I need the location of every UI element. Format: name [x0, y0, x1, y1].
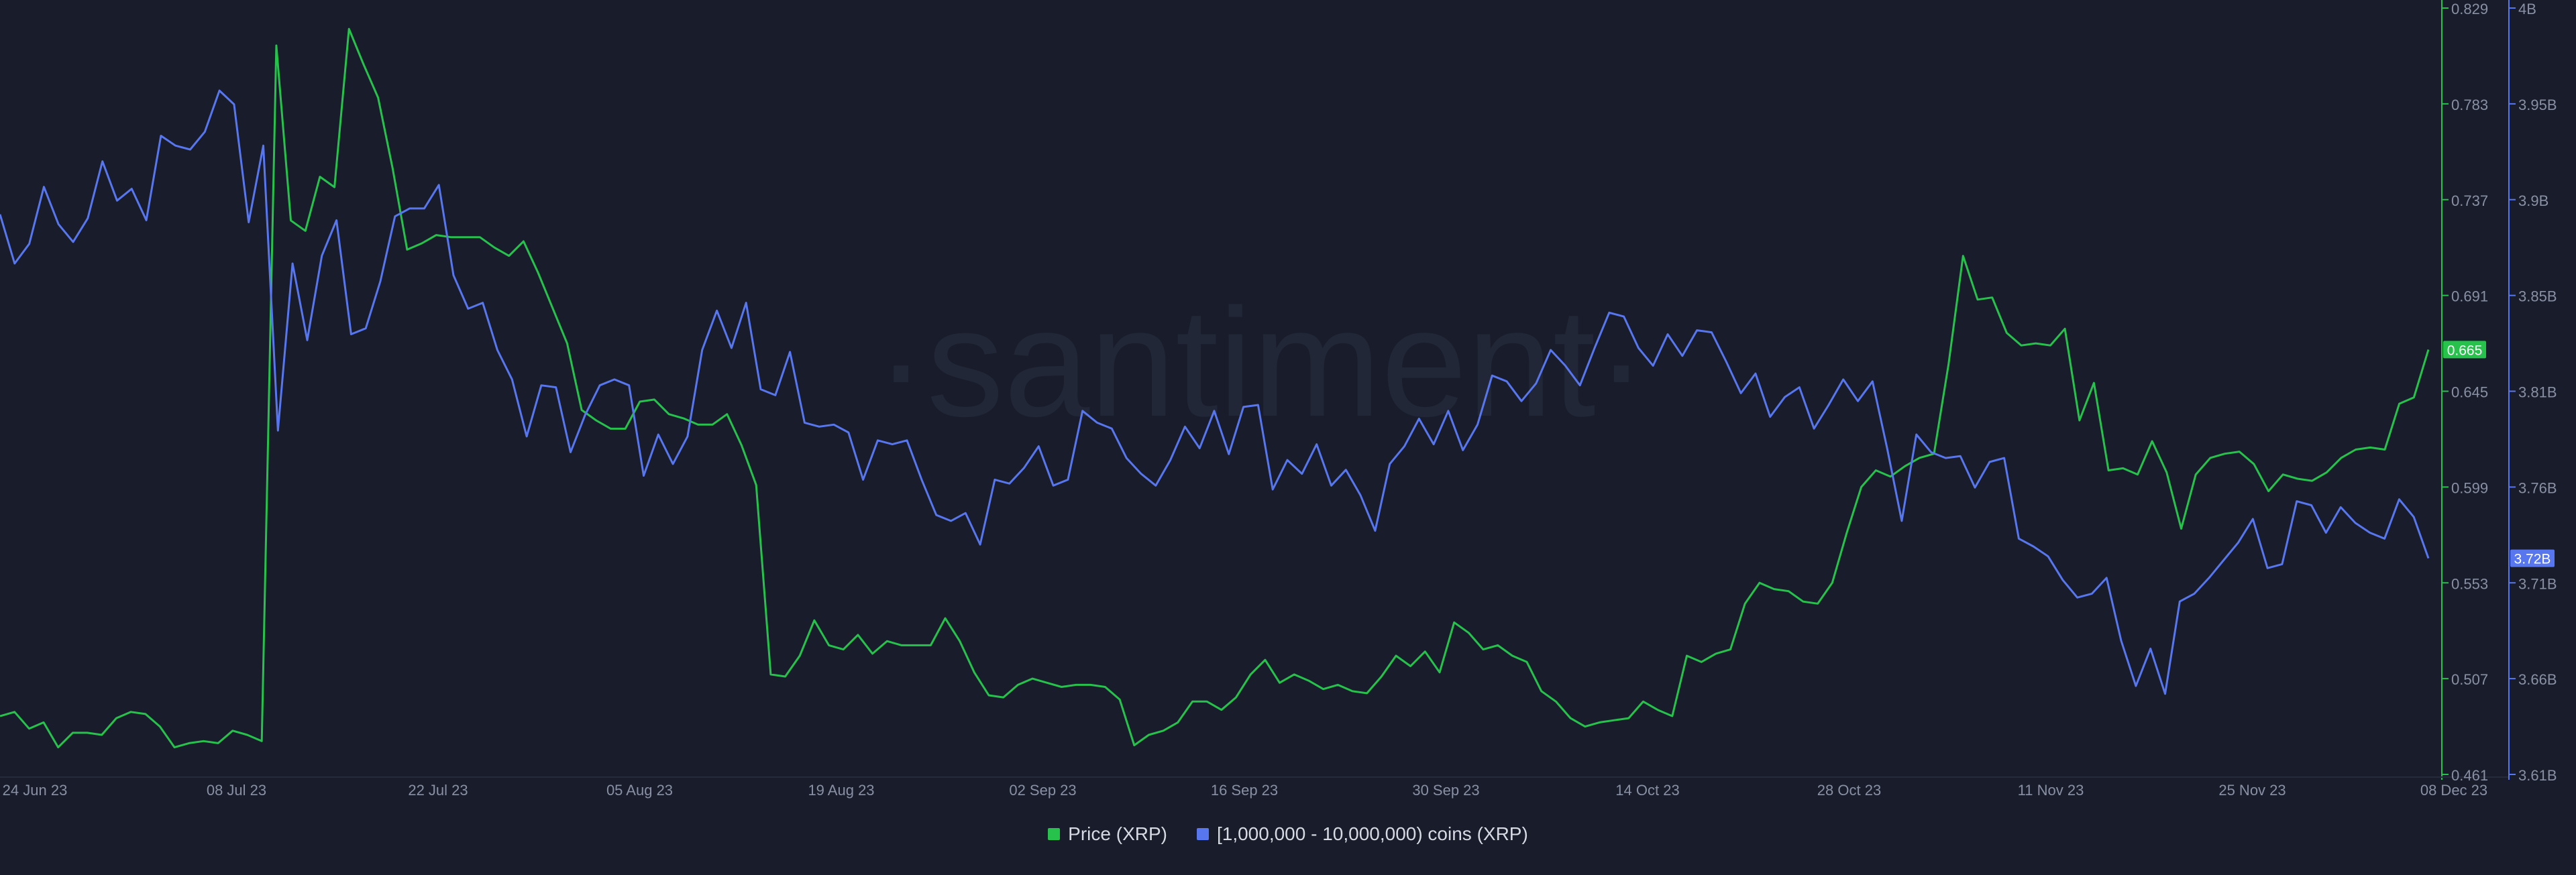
legend-label-holders: [1,000,000 - 10,000,000) coins (XRP): [1216, 823, 1528, 844]
holders-current-label: 3.72B: [2514, 552, 2551, 567]
x-tick-label: 25 Nov 23: [2218, 782, 2286, 799]
x-tick-label: 24 Jun 23: [3, 782, 68, 799]
price-current-label: 0.665: [2447, 343, 2483, 358]
x-tick-label: 11 Nov 23: [2018, 782, 2084, 799]
x-tick-label: 14 Oct 23: [1615, 782, 1679, 799]
right-tick-label: 3.61B: [2518, 767, 2557, 784]
x-tick-label: 08 Dec 23: [2420, 782, 2487, 799]
x-axis-ticks: 24 Jun 23 08 Jul 23 22 Jul 23 05 Aug 23 19 A…: [3, 782, 2487, 799]
legend-swatch-holders: [1196, 828, 1209, 840]
legend-item-price[interactable]: Price (XRP): [1048, 823, 1167, 845]
left-tick-label: 0.783: [2451, 97, 2488, 113]
x-tick-label: 16 Sep 23: [1211, 782, 1278, 799]
left-tick-label: 0.507: [2451, 671, 2488, 688]
right-tick-label: 3.71B: [2518, 575, 2557, 592]
left-tick-label: 0.829: [2451, 1, 2488, 17]
x-tick-label: 22 Jul 23: [408, 782, 468, 799]
x-tick-label: 28 Oct 23: [1817, 782, 1881, 799]
legend: Price (XRP) [1,000,000 - 10,000,000) coi…: [0, 823, 2576, 845]
x-tick-label: 05 Aug 23: [606, 782, 673, 799]
left-tick-label: 0.645: [2451, 384, 2488, 401]
legend-item-holders[interactable]: [1,000,000 - 10,000,000) coins (XRP): [1196, 823, 1528, 845]
right-tick-label: 3.9B: [2518, 192, 2548, 209]
right-tick-label: 3.85B: [2518, 288, 2557, 305]
right-tick-label: 3.81B: [2518, 384, 2557, 401]
right-tick-label: 3.76B: [2518, 479, 2557, 496]
x-tick-label: 30 Sep 23: [1412, 782, 1479, 799]
right-tick-label: 3.66B: [2518, 671, 2557, 688]
chart-area: ·santiment· 24 Jun 23 08 Jul 23 22 Jul 23 0…: [0, 0, 2576, 872]
right-tick-label: 4B: [2518, 1, 2536, 17]
left-tick-label: 0.599: [2451, 479, 2488, 496]
left-tick-label: 0.691: [2451, 288, 2488, 305]
left-tick-label: 0.553: [2451, 575, 2488, 592]
current-value-badges: 0.665 3.72B: [2443, 341, 2555, 567]
right-axis: 4B 3.95B 3.9B 3.85B 3.81B 3.76B 3.71B 3.66B 3.61…: [2508, 0, 2557, 784]
x-tick-label: 08 Jul 23: [207, 782, 266, 799]
legend-swatch-price: [1048, 828, 1061, 840]
left-tick-label: 0.737: [2451, 192, 2488, 209]
legend-label-price: Price (XRP): [1068, 823, 1167, 844]
x-tick-label: 02 Sep 23: [1009, 782, 1076, 799]
x-tick-label: 19 Aug 23: [808, 782, 874, 799]
chart-svg: ·santiment· 24 Jun 23 08 Jul 23 22 Jul 23 0…: [0, 0, 2557, 799]
left-tick-label: 0.461: [2451, 767, 2488, 784]
right-tick-label: 3.95B: [2518, 97, 2557, 113]
